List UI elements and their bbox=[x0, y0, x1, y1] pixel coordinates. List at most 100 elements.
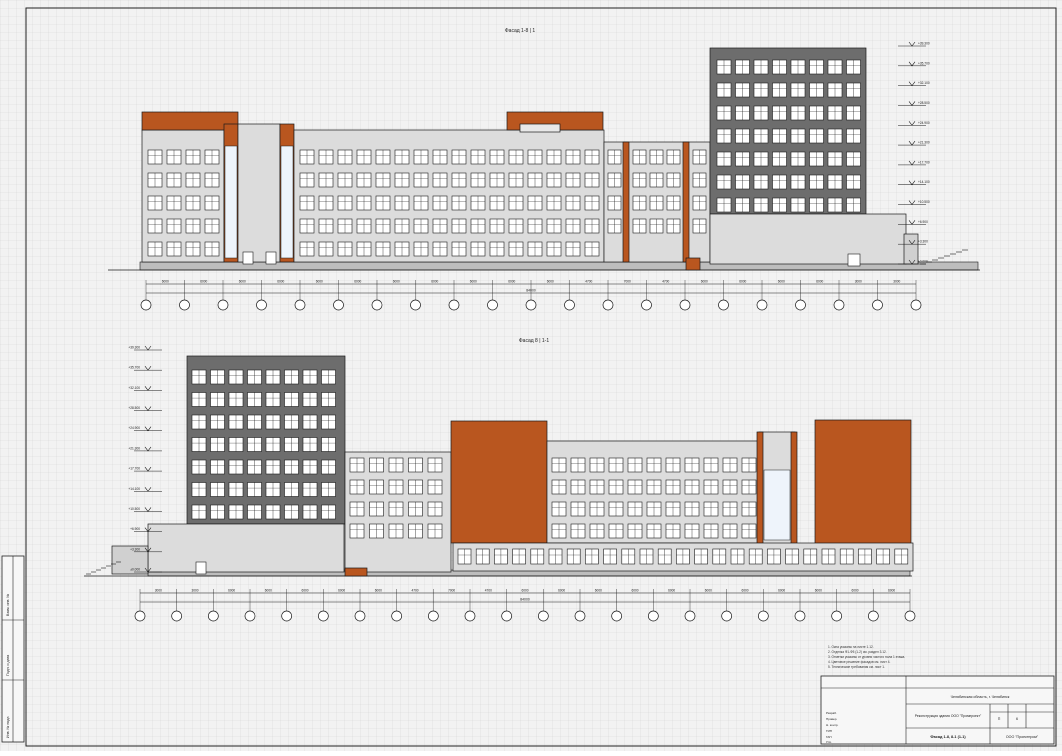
note-line: 4. Цветовое решение фасадов см. лист 4. bbox=[828, 660, 890, 664]
level-label: +24.900 bbox=[918, 121, 930, 125]
axis-circle bbox=[448, 299, 460, 311]
door bbox=[195, 561, 207, 575]
entrance-block bbox=[903, 233, 919, 265]
axis-circle bbox=[684, 610, 696, 622]
side-stamp: Инв. № подл. Подп. и дата Взам. инв. № bbox=[1, 555, 25, 743]
title-block-role: Разраб. bbox=[826, 711, 837, 715]
dimension-label: 6000 bbox=[741, 589, 748, 593]
dimension-label: 4700 bbox=[485, 589, 492, 593]
axis-circle bbox=[910, 299, 922, 311]
dimension-label: 6000 bbox=[393, 280, 400, 284]
dimension-label: 6000 bbox=[816, 280, 823, 284]
stair-core bbox=[237, 123, 281, 263]
axis-circle bbox=[207, 610, 219, 622]
facade-bottom-title: Фасад 8 | 1-1 bbox=[519, 338, 549, 344]
dimension-label: 6000 bbox=[228, 589, 235, 593]
level-label: +3.300 bbox=[130, 547, 140, 551]
level-label: +17.700 bbox=[128, 467, 140, 471]
level-label: ±0.000 bbox=[918, 260, 928, 264]
axis-circle bbox=[294, 299, 306, 311]
axis-circle bbox=[833, 299, 845, 311]
axis-circle bbox=[872, 299, 883, 311]
axis-circle bbox=[354, 610, 366, 622]
dimension-label: 6000 bbox=[815, 589, 822, 593]
axis-circle bbox=[140, 299, 152, 311]
title-block-role: Н. контр. bbox=[826, 723, 839, 727]
note-line: 3. Отметки указаны от уровня чистого пол… bbox=[828, 655, 905, 659]
axis-circle bbox=[391, 610, 403, 622]
axis-circle bbox=[564, 299, 575, 311]
side-stamp-label: Взам. инв. № bbox=[6, 594, 10, 616]
dimension-label: 6000 bbox=[375, 589, 382, 593]
parapet-inset bbox=[519, 123, 561, 133]
glazing-strip bbox=[280, 145, 294, 259]
dimension-label: 6000 bbox=[316, 280, 323, 284]
axis-circle bbox=[574, 610, 586, 622]
dimension-label: 6000 bbox=[470, 280, 477, 284]
axis-circle bbox=[333, 299, 344, 311]
door bbox=[265, 251, 277, 265]
level-label: +10.500 bbox=[918, 200, 930, 204]
axis-circle bbox=[487, 299, 498, 311]
dimension-total: 84000 bbox=[526, 289, 536, 293]
facade-drawing: Фасад 1-8 | 1 Фасад 8 | 1-1 6000 6000 6000… bbox=[0, 0, 1062, 751]
axis-circle bbox=[831, 610, 843, 622]
level-label: +21.300 bbox=[918, 141, 930, 145]
axis-circle bbox=[256, 299, 267, 311]
level-label: +3.300 bbox=[918, 240, 928, 244]
axis-circle bbox=[795, 299, 806, 311]
glazing-strip bbox=[224, 145, 238, 259]
dimension-label: 4700 bbox=[411, 589, 418, 593]
dimension-label: 7000 bbox=[448, 589, 455, 593]
level-label: +6.900 bbox=[918, 220, 928, 224]
dimension-label: 4700 bbox=[662, 280, 669, 284]
glazing-strip bbox=[763, 469, 791, 541]
connector-pilaster bbox=[682, 141, 690, 263]
dimension-label: 6000 bbox=[705, 589, 712, 593]
dimension-label: 6000 bbox=[547, 280, 554, 284]
title-block: Челябинская область, г. Челябинск Реконс… bbox=[820, 675, 1055, 745]
podium bbox=[147, 523, 345, 573]
level-label: +24.900 bbox=[128, 426, 140, 430]
axis-circle bbox=[602, 299, 614, 311]
axis-circle bbox=[244, 610, 256, 622]
dimension-label: 3000 bbox=[155, 589, 162, 593]
axis-circle bbox=[611, 610, 623, 622]
dimension-total: 84000 bbox=[520, 598, 530, 602]
note-line: 2. Отделка Ф1-Ф5 (1-2) см. раздел 3.12. bbox=[828, 650, 887, 654]
dimension-label: 7000 bbox=[624, 280, 631, 284]
title-block-stage: П bbox=[998, 717, 1001, 721]
dimension-label: 3000 bbox=[893, 280, 900, 284]
side-stamp-label: Подп. и дата bbox=[6, 655, 10, 676]
title-block-role: ГИП bbox=[826, 729, 832, 733]
title-block-header: Челябинская область, г. Челябинск bbox=[951, 695, 1010, 699]
level-label: +21.300 bbox=[128, 446, 140, 450]
level-label: +35.700 bbox=[918, 61, 930, 65]
level-label: +6.900 bbox=[130, 527, 140, 531]
axis-circle bbox=[904, 610, 916, 622]
axis-circle bbox=[537, 610, 549, 622]
axis-circle bbox=[757, 610, 769, 622]
axis-circle bbox=[718, 299, 729, 311]
orange-volume bbox=[450, 420, 548, 544]
dimension-label: 6000 bbox=[595, 589, 602, 593]
dimension-label: 6000 bbox=[851, 589, 858, 593]
dimension-label: 4700 bbox=[585, 280, 592, 284]
drawing-sheet: Фасад 1-8 | 1 Фасад 8 | 1-1 6000 6000 6000… bbox=[0, 0, 1062, 751]
dimension-label: 6000 bbox=[668, 589, 675, 593]
dimension-label: 6000 bbox=[558, 589, 565, 593]
axis-circle bbox=[371, 299, 383, 311]
axis-circle bbox=[501, 610, 513, 622]
podium bbox=[709, 213, 907, 265]
dimension-label: 6000 bbox=[631, 589, 638, 593]
level-label: +39.300 bbox=[128, 346, 140, 350]
title-block-sheet: 6 bbox=[1016, 717, 1018, 721]
axis-circle bbox=[525, 299, 537, 311]
dimension-label: 6000 bbox=[265, 589, 272, 593]
orange-volume bbox=[814, 419, 912, 545]
axis-circle bbox=[317, 610, 329, 622]
axis-circle bbox=[134, 610, 146, 622]
dimension-label: 6000 bbox=[162, 280, 169, 284]
title-block-sheet-title: Фасад 1-8, 8-1 (1-1) bbox=[930, 735, 966, 739]
axis-circle bbox=[281, 610, 293, 622]
